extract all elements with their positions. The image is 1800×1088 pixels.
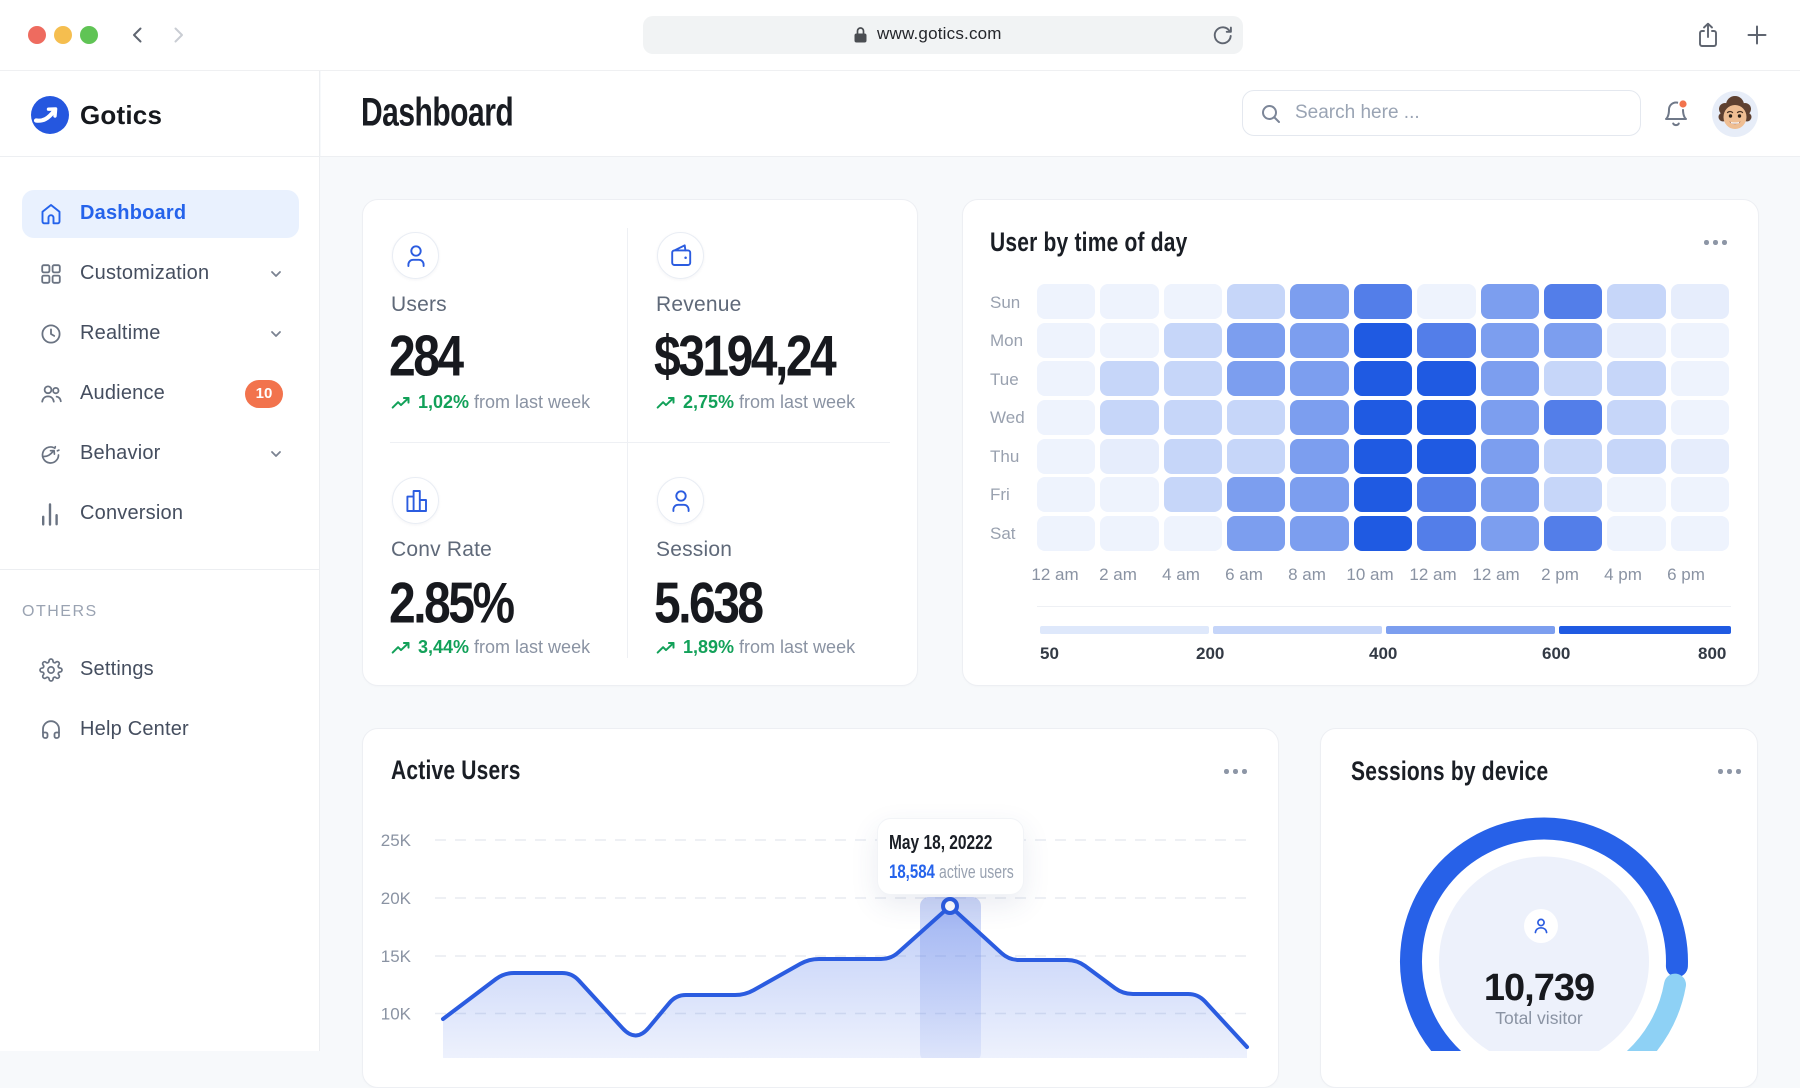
svg-text:Total visitor: Total visitor xyxy=(1495,1008,1583,1028)
svg-text:10,739: 10,739 xyxy=(1484,967,1594,1009)
svg-text:20K: 20K xyxy=(381,889,412,908)
svg-text:15K: 15K xyxy=(381,947,412,966)
svg-text:25K: 25K xyxy=(381,831,412,850)
svg-text:10K: 10K xyxy=(381,1005,412,1024)
